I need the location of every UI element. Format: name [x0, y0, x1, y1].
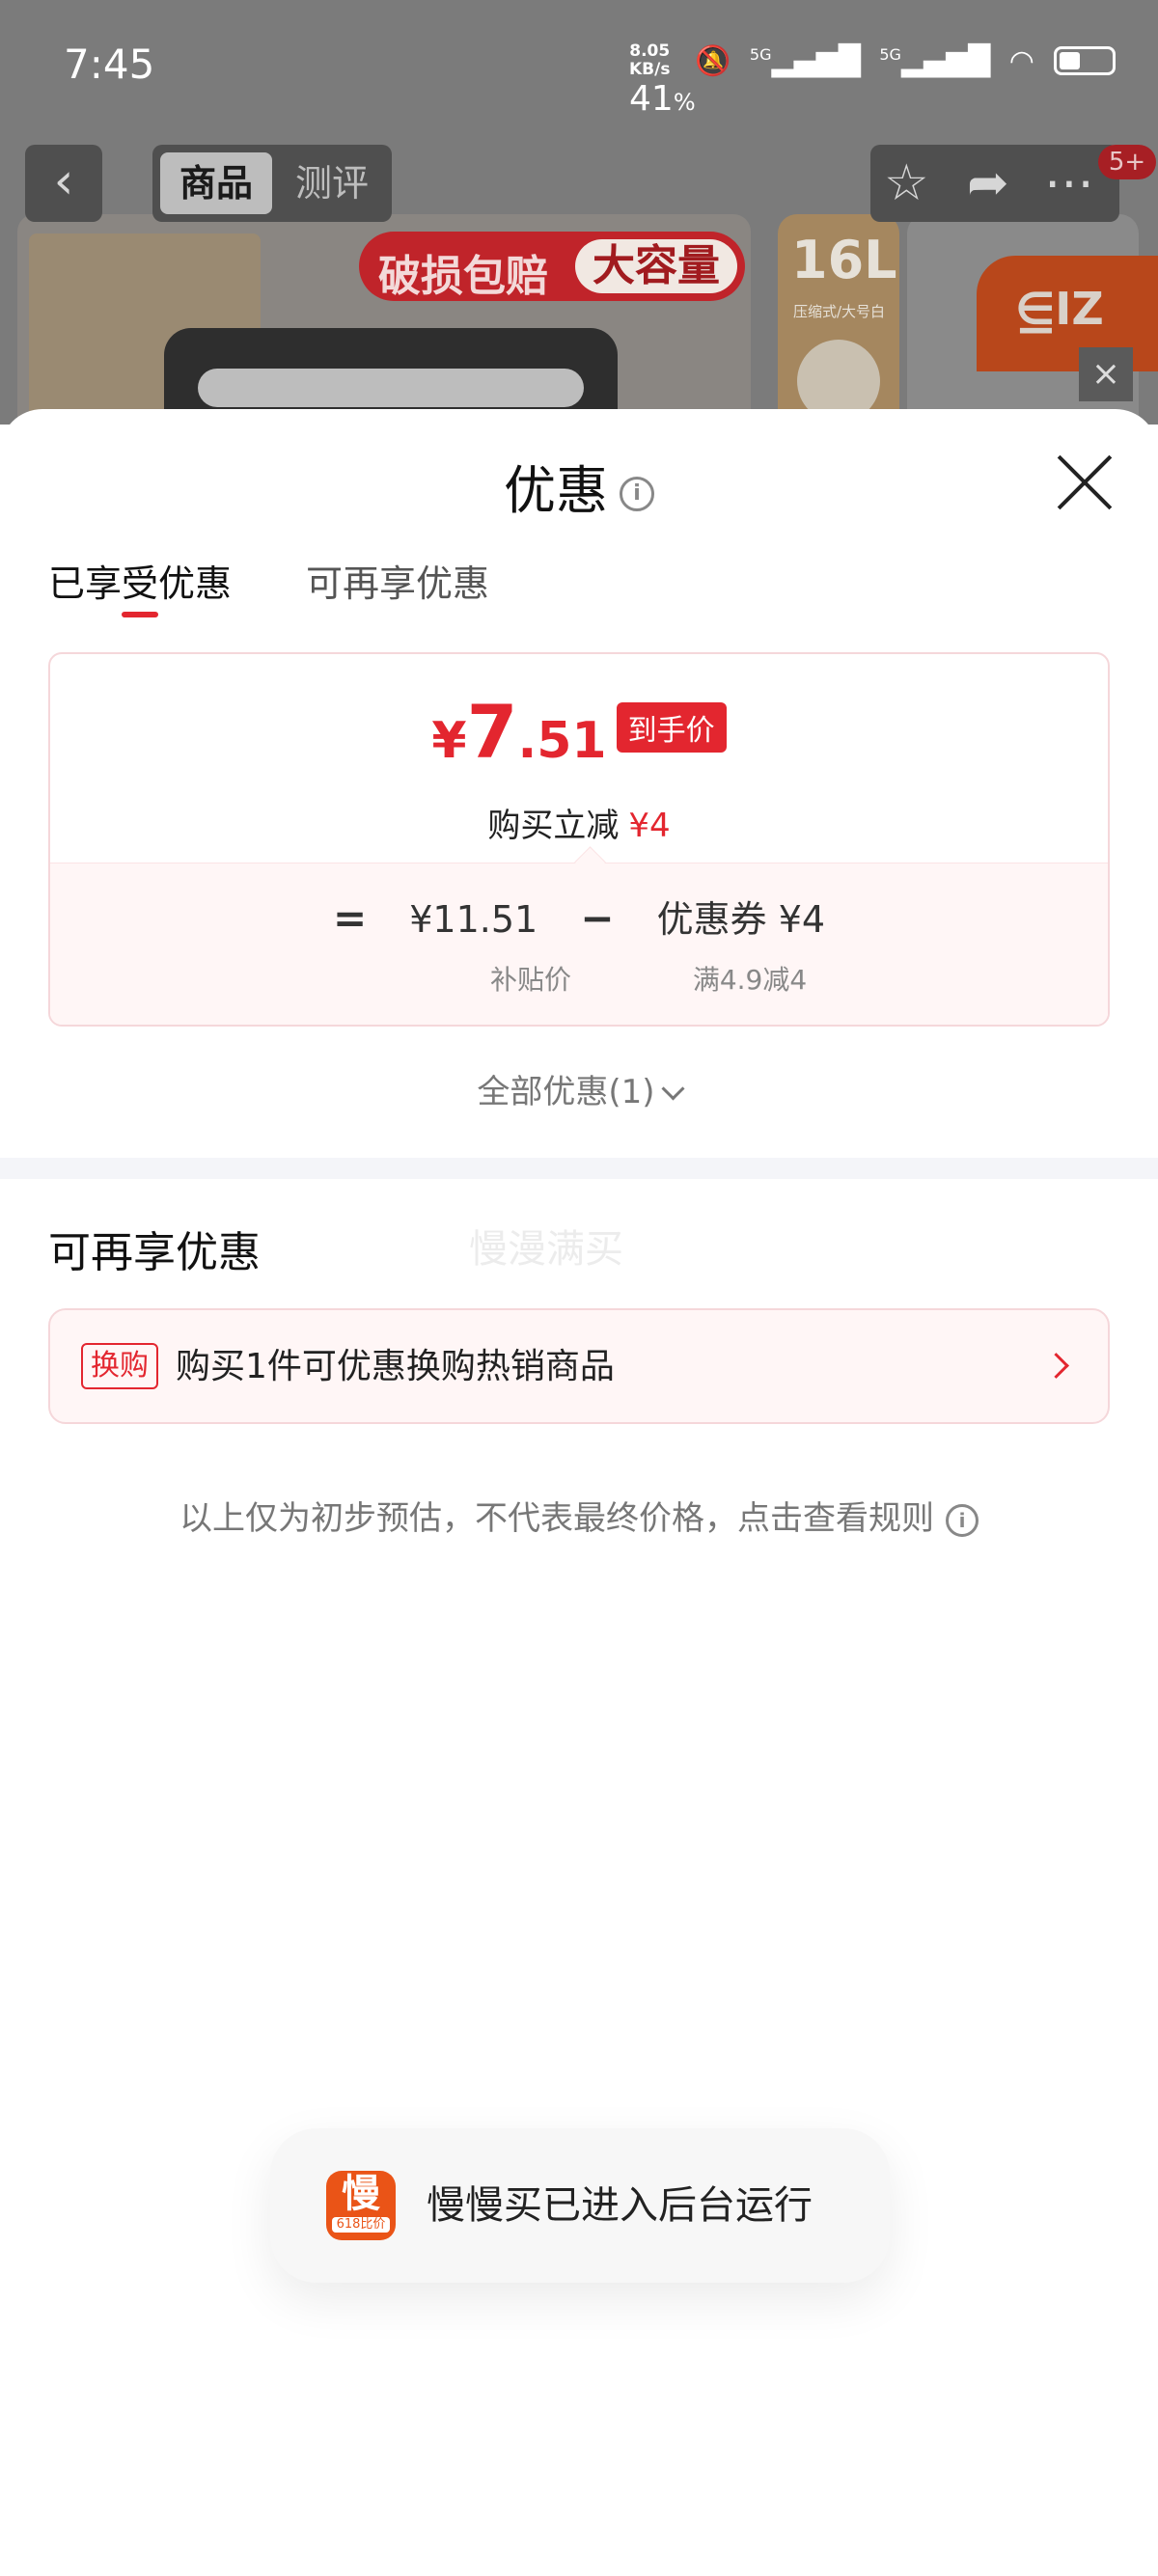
- capacity-sub-label: 压缩式/大号白: [793, 303, 886, 320]
- sheet-title-text: 优惠: [504, 460, 608, 521]
- price-decimal: .51: [517, 712, 607, 770]
- share-icon[interactable]: ➦: [967, 149, 1009, 218]
- app-icon-sub: 618比价: [332, 2217, 390, 2233]
- message-badge: 5+: [1098, 145, 1156, 179]
- section-title: 可再享优惠: [48, 1228, 261, 1277]
- price-disclaimer[interactable]: 以上仅为初步预估，不代表最终价格，点击查看规则 i: [0, 1492, 1158, 1539]
- net-speed-value: 8.05: [629, 41, 671, 61]
- all-offers-label: 全部优惠(1): [477, 1073, 655, 1111]
- tab-more-discounts[interactable]: 可再享优惠: [306, 554, 489, 607]
- signal-icon-2: 5G▂▄▆█: [879, 43, 991, 78]
- brand-logo: ⋸IZ: [1015, 283, 1104, 335]
- price-integer: 7: [466, 689, 518, 775]
- toast-message: 慢慢买已进入后台运行: [427, 2183, 813, 2228]
- coupon-rule: 满4.9减4: [692, 964, 808, 996]
- battery-percent: 41%: [629, 79, 696, 119]
- net-speed: 8.05 KB/s: [629, 42, 670, 79]
- exchange-tag: 换购: [81, 1343, 158, 1389]
- promo-banner: 破损包赔 大容量: [359, 232, 745, 301]
- app-icon-char: 慢: [342, 2172, 380, 2216]
- watermark-text: 慢漫满买: [469, 1227, 623, 1272]
- capacity-thumbnail[interactable]: 16L 压缩式/大号白: [778, 214, 899, 425]
- instant-reduction: 购买立减 ¥4: [50, 799, 1108, 846]
- price-breakdown-card: ¥7.51 到手价 购买立减 ¥4 = ¥11.51 − 优惠券 ¥4 补贴价 满4…: [48, 652, 1110, 1027]
- coupon-amount: 优惠券 ¥4: [656, 898, 826, 941]
- wifi-icon: ◠: [1008, 43, 1034, 78]
- info-icon[interactable]: i: [620, 477, 654, 512]
- disclaimer-text: 以上仅为初步预估，不代表最终价格，点击查看规则: [179, 1499, 934, 1538]
- equals-sign: =: [332, 894, 368, 942]
- section-divider: [0, 1158, 1158, 1179]
- subsidy-price: ¥11.51: [409, 898, 538, 941]
- minus-sign: −: [580, 894, 615, 942]
- close-icon[interactable]: [1054, 452, 1116, 513]
- currency-symbol: ¥: [431, 712, 467, 770]
- mute-bell-icon: 🔕: [695, 43, 731, 78]
- price-formula-area: [50, 863, 1108, 1025]
- status-icons: 8.05 KB/s 🔕 5G▂▄▆█ 5G▂▄▆█ ◠ 41%: [629, 42, 1158, 119]
- final-price-tag: 到手价: [616, 702, 727, 753]
- chevron-left-icon: ‹: [53, 152, 74, 210]
- rules-info-icon[interactable]: i: [946, 1503, 979, 1537]
- star-icon[interactable]: ☆: [884, 149, 929, 218]
- back-button[interactable]: ‹: [25, 145, 102, 222]
- background-run-toast: 慢 618比价 慢慢买已进入后台运行: [270, 2128, 890, 2283]
- top-right-toolbar: ☆ ➦ ⋯: [870, 145, 1119, 222]
- tab-enjoyed-discounts[interactable]: 已享受优惠: [48, 554, 232, 607]
- app-icon: 慢 618比价: [326, 2171, 396, 2240]
- final-price: ¥7.51 到手价: [50, 689, 1108, 775]
- reduction-amount: ¥4: [628, 807, 671, 845]
- signal-icon-1: 5G▂▄▆█: [749, 43, 861, 78]
- price-formula: = ¥11.51 − 优惠券 ¥4: [50, 890, 1108, 943]
- battery-icon: [1053, 46, 1116, 75]
- chevron-down-icon: [661, 1077, 685, 1101]
- net-speed-unit: KB/s: [629, 60, 671, 79]
- tab-indicator: [122, 612, 158, 617]
- product-page-background: 破损包赔 大容量 16L 压缩式/大号白 ⋸IZ × ‹ 商品 测评 ☆ ➦ ⋯…: [0, 0, 1158, 425]
- product-tab-switch: 商品 测评: [152, 145, 392, 222]
- floating-close-icon[interactable]: ×: [1079, 347, 1133, 401]
- all-offers-toggle[interactable]: 全部优惠(1): [0, 1065, 1158, 1112]
- sheet-title: 优惠 i: [0, 448, 1158, 524]
- trash-can-lid: [198, 369, 584, 407]
- status-time: 7:45: [64, 41, 155, 88]
- reduction-label: 购买立减: [487, 807, 620, 845]
- exchange-offer-row[interactable]: 换购 购买1件可优惠换购热销商品: [48, 1308, 1110, 1424]
- promo-text-1: 破损包赔: [378, 252, 548, 301]
- capacity-label: 16L: [791, 230, 897, 290]
- exchange-text: 购买1件可优惠换购热销商品: [176, 1347, 615, 1386]
- subsidy-label: 补贴价: [489, 964, 571, 996]
- more-icon[interactable]: ⋯: [1044, 149, 1094, 218]
- promo-text-2: 大容量: [575, 239, 737, 293]
- tab-review[interactable]: 测评: [280, 152, 384, 214]
- chevron-right-icon: [1043, 1353, 1069, 1379]
- tab-goods[interactable]: 商品: [160, 152, 272, 214]
